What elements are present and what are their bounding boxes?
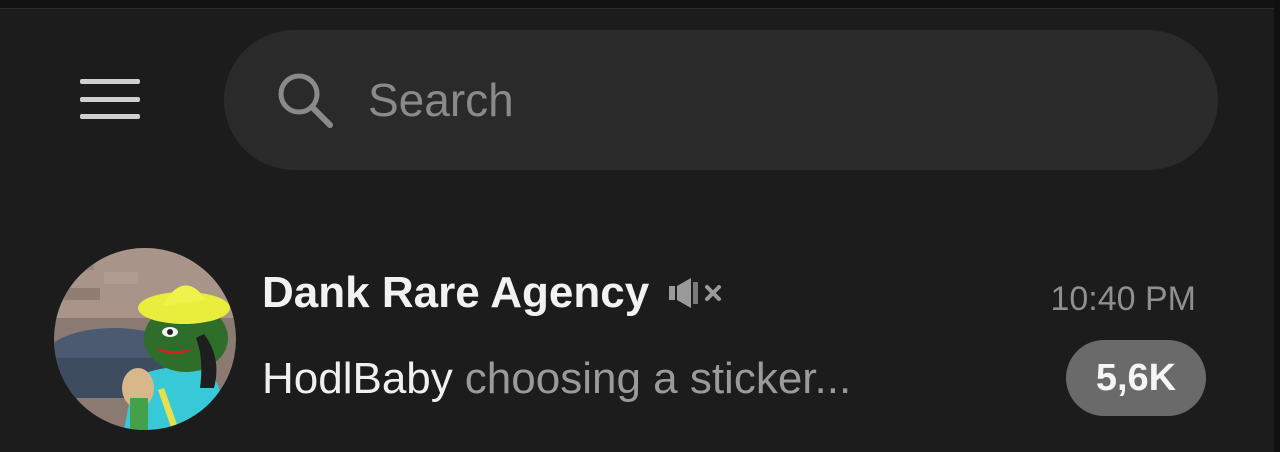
hamburger-menu-icon — [80, 79, 140, 119]
pepe-avatar-image — [54, 248, 236, 430]
search-icon — [278, 73, 333, 128]
main-menu-button[interactable] — [66, 66, 154, 132]
chat-list-item[interactable]: Dank Rare Agency 10:40 PM HodlBaby choosi… — [0, 232, 1274, 444]
unread-count-badge: 5,6K — [1066, 340, 1206, 416]
chat-avatar — [54, 248, 236, 430]
chat-name: Dank Rare Agency — [262, 268, 650, 317]
preview-typing-status: choosing a sticker... — [464, 354, 852, 403]
chat-title-row: Dank Rare Agency — [262, 268, 725, 318]
scrollbar-track[interactable] — [1274, 0, 1280, 452]
muted-speaker-icon — [669, 278, 722, 308]
telegram-chat-list-window: Dank Rare Agency 10:40 PM HodlBabychoosi… — [0, 0, 1280, 452]
preview-sender: HodlBaby — [262, 354, 453, 403]
search-input[interactable] — [366, 64, 1130, 136]
chat-timestamp: 10:40 PM — [1050, 280, 1196, 318]
chat-preview: HodlBaby choosing a sticker... — [262, 354, 851, 404]
search-bar[interactable] — [224, 30, 1218, 170]
title-bar-strip — [0, 0, 1280, 9]
